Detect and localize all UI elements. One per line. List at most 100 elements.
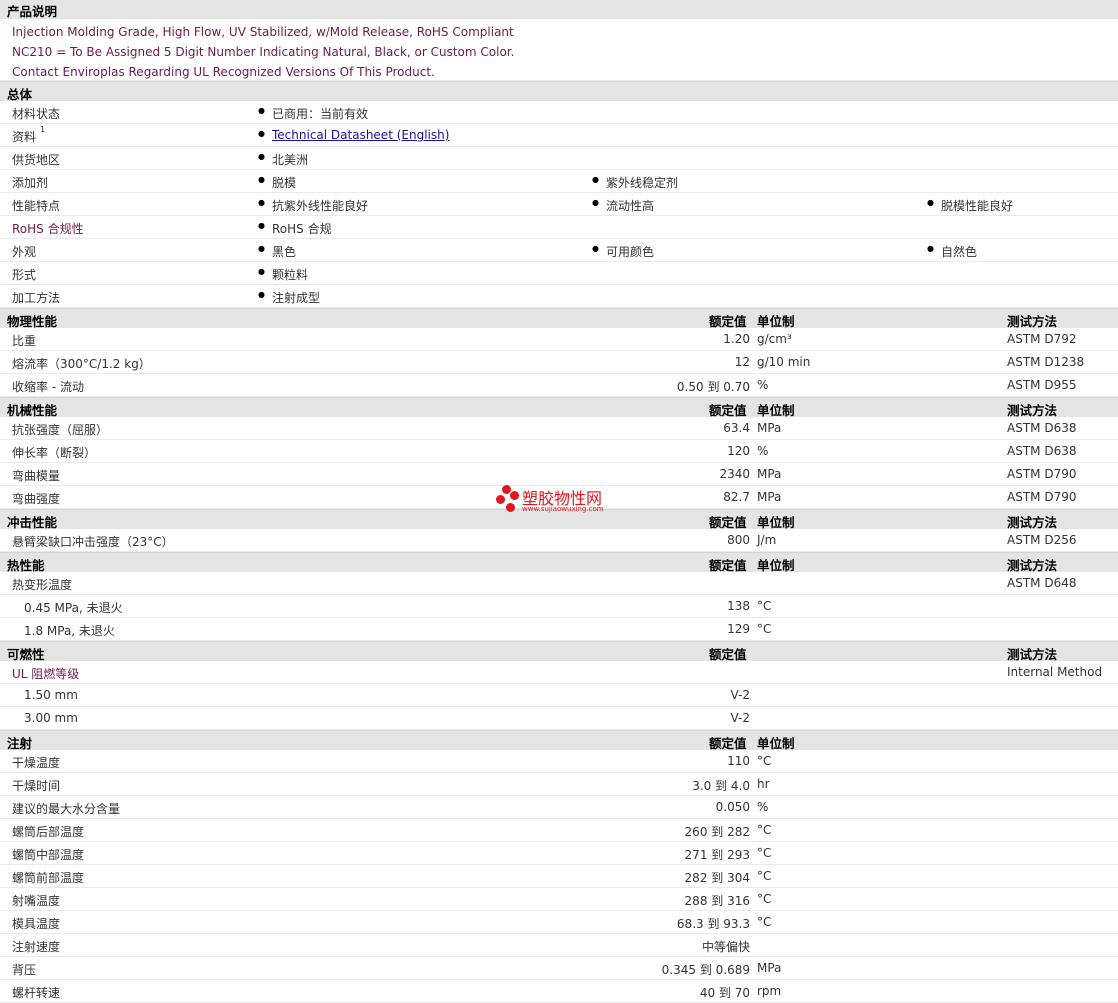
description-line: NC210 = To Be Assigned 5 Digit Number In…	[12, 45, 515, 59]
property-label: 螺筒前部温度	[12, 871, 85, 885]
property-row: 伸长率（断裂） 120% ASTM D638	[0, 440, 1118, 463]
property-row: 射嘴温度 288 到 316 °C	[0, 888, 1118, 911]
property-unit: °C	[757, 754, 772, 768]
property-value: 138	[727, 599, 750, 613]
property-label: 射嘴温度	[12, 894, 61, 908]
test-method: ASTM D638	[1007, 421, 1077, 435]
property-row: 建议的最大水分含量 0.050%	[0, 796, 1118, 819]
watermark-url: www.sujiaowuxing.com	[522, 505, 604, 513]
general-row: RoHS 合规性 RoHS 合规	[0, 216, 1118, 239]
property-row: 收缩率 - 流动 0.50 到 0.70% ASTM D955	[0, 374, 1118, 397]
test-method: ASTM D638	[1007, 444, 1077, 458]
property-unit: MPa	[757, 961, 782, 975]
row-value: 颗粒料	[258, 266, 308, 283]
property-label: 悬臂梁缺口冲击强度（23°C）	[12, 535, 174, 549]
property-unit: %	[757, 800, 769, 814]
row-value: 注射成型	[258, 289, 320, 306]
property-row: 螺筒后部温度 260 到 282 °C	[0, 819, 1118, 842]
property-value: 129	[727, 622, 750, 636]
property-row: 注射速度 中等偏快	[0, 934, 1118, 957]
row-value: 紫外线稳定剂	[592, 174, 678, 191]
row-value: 自然色	[927, 243, 977, 260]
section-header-injection: 注射 额定值 单位制	[0, 730, 1118, 751]
property-value: 1.20	[723, 332, 750, 346]
property-unit: hr	[757, 777, 770, 791]
row-label: 添加剂	[12, 176, 49, 190]
general-row: 性能特点 抗紫外线性能良好 流动性高 脱模性能良好	[0, 193, 1118, 216]
property-label: 抗张强度（屈服）	[12, 423, 109, 437]
property-label: 比重	[12, 334, 37, 348]
property-row: 热变形温度 ASTM D648	[0, 572, 1118, 595]
property-label: 伸长率（断裂）	[12, 446, 97, 460]
section-header-mechanical: 机械性能 额定值 单位制 测试方法	[0, 397, 1118, 418]
general-row: 添加剂 脱模 紫外线稳定剂	[0, 170, 1118, 193]
datasheet-link[interactable]: Technical Datasheet (English)	[258, 128, 449, 142]
property-label: 熔流率（300°C/1.2 kg）	[12, 357, 151, 371]
row-value: 已商用：当前有效	[258, 105, 368, 122]
property-row: 熔流率（300°C/1.2 kg） 12 g/10 min ASTM D1238	[0, 351, 1118, 374]
property-row: 螺杆转速 40 到 70 rpm	[0, 980, 1118, 1003]
row-value: 脱模性能良好	[927, 197, 1013, 214]
property-unit: J/m	[757, 533, 777, 547]
property-unit: MPa	[757, 490, 782, 504]
test-method: Internal Method	[1007, 665, 1103, 679]
row-value: 黑色	[258, 243, 296, 260]
property-label: 螺杆转速	[12, 986, 61, 1000]
property-row: 3.00 mm V-2	[0, 707, 1118, 730]
property-value: 110	[727, 754, 750, 768]
property-value: 中等偏快	[701, 940, 750, 954]
property-row: 1.8 MPa, 未退火 129 °C	[0, 618, 1118, 641]
datasheet-link-text[interactable]: Technical Datasheet (English)	[272, 128, 449, 142]
property-value: 282 到 304	[684, 871, 750, 885]
property-unit: °C	[757, 915, 772, 929]
property-row: 抗张强度（屈服） 63.4 MPa ASTM D638	[0, 417, 1118, 440]
property-value: 3.0 到 4.0	[692, 779, 750, 793]
row-value: 脱模	[258, 174, 296, 191]
section-header-physical: 物理性能 额定值 单位制 测试方法	[0, 308, 1118, 329]
property-unit: g/10 min	[757, 355, 811, 369]
test-method: ASTM D790	[1007, 490, 1077, 504]
property-label: 干燥温度	[12, 756, 61, 770]
property-value: V-2	[730, 711, 750, 725]
property-row: UL 阻燃等级 Internal Method	[0, 661, 1118, 684]
property-row: 干燥时间 3.0 到 4.0 hr	[0, 773, 1118, 796]
property-value: 288 到 316	[684, 894, 750, 908]
row-label: 资料	[12, 130, 37, 144]
property-label: 弯曲强度	[12, 492, 61, 506]
property-label: 建议的最大水分含量	[12, 802, 121, 816]
property-unit: °C	[757, 869, 772, 883]
property-label: 背压	[12, 963, 37, 977]
property-row: 比重 1.20 g/cm³ ASTM D792	[0, 328, 1118, 351]
property-value: 0.50 到 0.70	[676, 380, 750, 394]
row-value: 北美洲	[258, 151, 308, 168]
property-value: 800	[727, 533, 750, 547]
section-header-flammability: 可燃性 额定值 测试方法	[0, 641, 1118, 662]
section-title: 产品说明	[7, 4, 58, 19]
general-row: 加工方法 注射成型	[0, 285, 1118, 308]
property-row: 干燥温度 110 °C	[0, 750, 1118, 773]
property-unit: °C	[757, 892, 772, 906]
footnote-marker: 1	[40, 125, 46, 134]
property-label: 弯曲模量	[12, 469, 61, 483]
property-label: 干燥时间	[12, 779, 61, 793]
property-unit: %	[757, 378, 769, 392]
general-row: 形式 颗粒料	[0, 262, 1118, 285]
row-value: 流动性高	[592, 197, 654, 214]
property-row: 0.45 MPa, 未退火 138 °C	[0, 595, 1118, 618]
property-label: 热变形温度	[12, 578, 73, 592]
property-value: 120	[727, 444, 750, 458]
property-label: 模具温度	[12, 917, 61, 931]
row-value: 抗紫外线性能良好	[258, 197, 368, 214]
section-header-thermal: 热性能 额定值 单位制 测试方法	[0, 552, 1118, 573]
property-unit: °C	[757, 846, 772, 860]
property-label: 1.8 MPa, 未退火	[24, 624, 115, 638]
property-value: V-2	[730, 688, 750, 702]
property-label: 收缩率 - 流动	[12, 380, 84, 394]
test-method: ASTM D648	[1007, 576, 1077, 590]
row-label: 形式	[12, 268, 37, 282]
property-label: 3.00 mm	[24, 711, 78, 725]
property-label: 注射速度	[12, 940, 61, 954]
row-label: 性能特点	[12, 199, 61, 213]
property-value: 2340	[719, 467, 750, 481]
watermark-logo: 塑胶物性网 www.sujiaowuxing.com	[496, 483, 636, 517]
